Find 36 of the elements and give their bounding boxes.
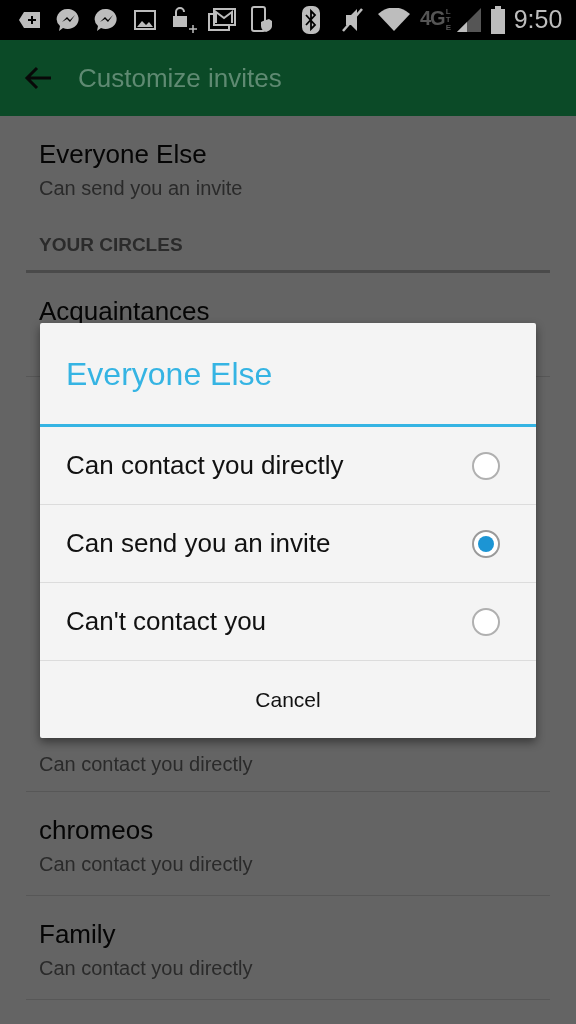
circle-permission: Can contact you directly bbox=[39, 956, 254, 981]
image-icon bbox=[134, 10, 156, 30]
radio-button[interactable] bbox=[472, 451, 500, 480]
option-label: Can't contact you bbox=[66, 605, 267, 638]
option-row[interactable]: Can't contact you bbox=[40, 583, 536, 661]
network-type-label: LTE bbox=[445, 8, 453, 32]
circle-permission: Can contact you directly bbox=[39, 752, 254, 777]
chat-bubble-icon bbox=[94, 7, 120, 33]
phone-shield-icon bbox=[250, 6, 272, 34]
radio-button[interactable] bbox=[472, 607, 500, 636]
radio-button[interactable] bbox=[472, 529, 500, 558]
option-row[interactable]: Can send you an invite bbox=[40, 505, 536, 583]
section-header: YOUR CIRCLES bbox=[38, 233, 184, 257]
dialog-title: Everyone Else bbox=[40, 323, 536, 427]
option-label: Can contact you directly bbox=[66, 449, 344, 482]
back-arrow-icon[interactable] bbox=[24, 66, 52, 90]
mail-icon bbox=[208, 8, 236, 32]
screen-title: Customize invites bbox=[78, 61, 282, 95]
mute-icon bbox=[340, 7, 364, 33]
cancel-button[interactable]: Cancel bbox=[40, 661, 536, 738]
option-label: Can send you an invite bbox=[66, 527, 331, 560]
circle-name: Family bbox=[39, 918, 117, 950]
circle-name: chromeos bbox=[39, 814, 155, 846]
setting-title: Everyone Else bbox=[39, 138, 208, 170]
signal-icon bbox=[455, 7, 482, 33]
clock-text: 9:50 bbox=[513, 4, 563, 36]
setting-value: Can send you an invite bbox=[39, 176, 244, 201]
circle-permission: Can contact you directly bbox=[39, 852, 254, 877]
option-row[interactable]: Can contact you directly bbox=[40, 427, 536, 505]
battery-icon bbox=[489, 6, 506, 34]
network-type-label: 4G bbox=[420, 8, 445, 28]
bluetooth-icon bbox=[302, 6, 320, 34]
add-tag-icon bbox=[18, 10, 42, 30]
wifi-icon bbox=[378, 8, 410, 32]
unlock-icon bbox=[170, 6, 198, 34]
chat-bubble-icon bbox=[56, 7, 82, 33]
